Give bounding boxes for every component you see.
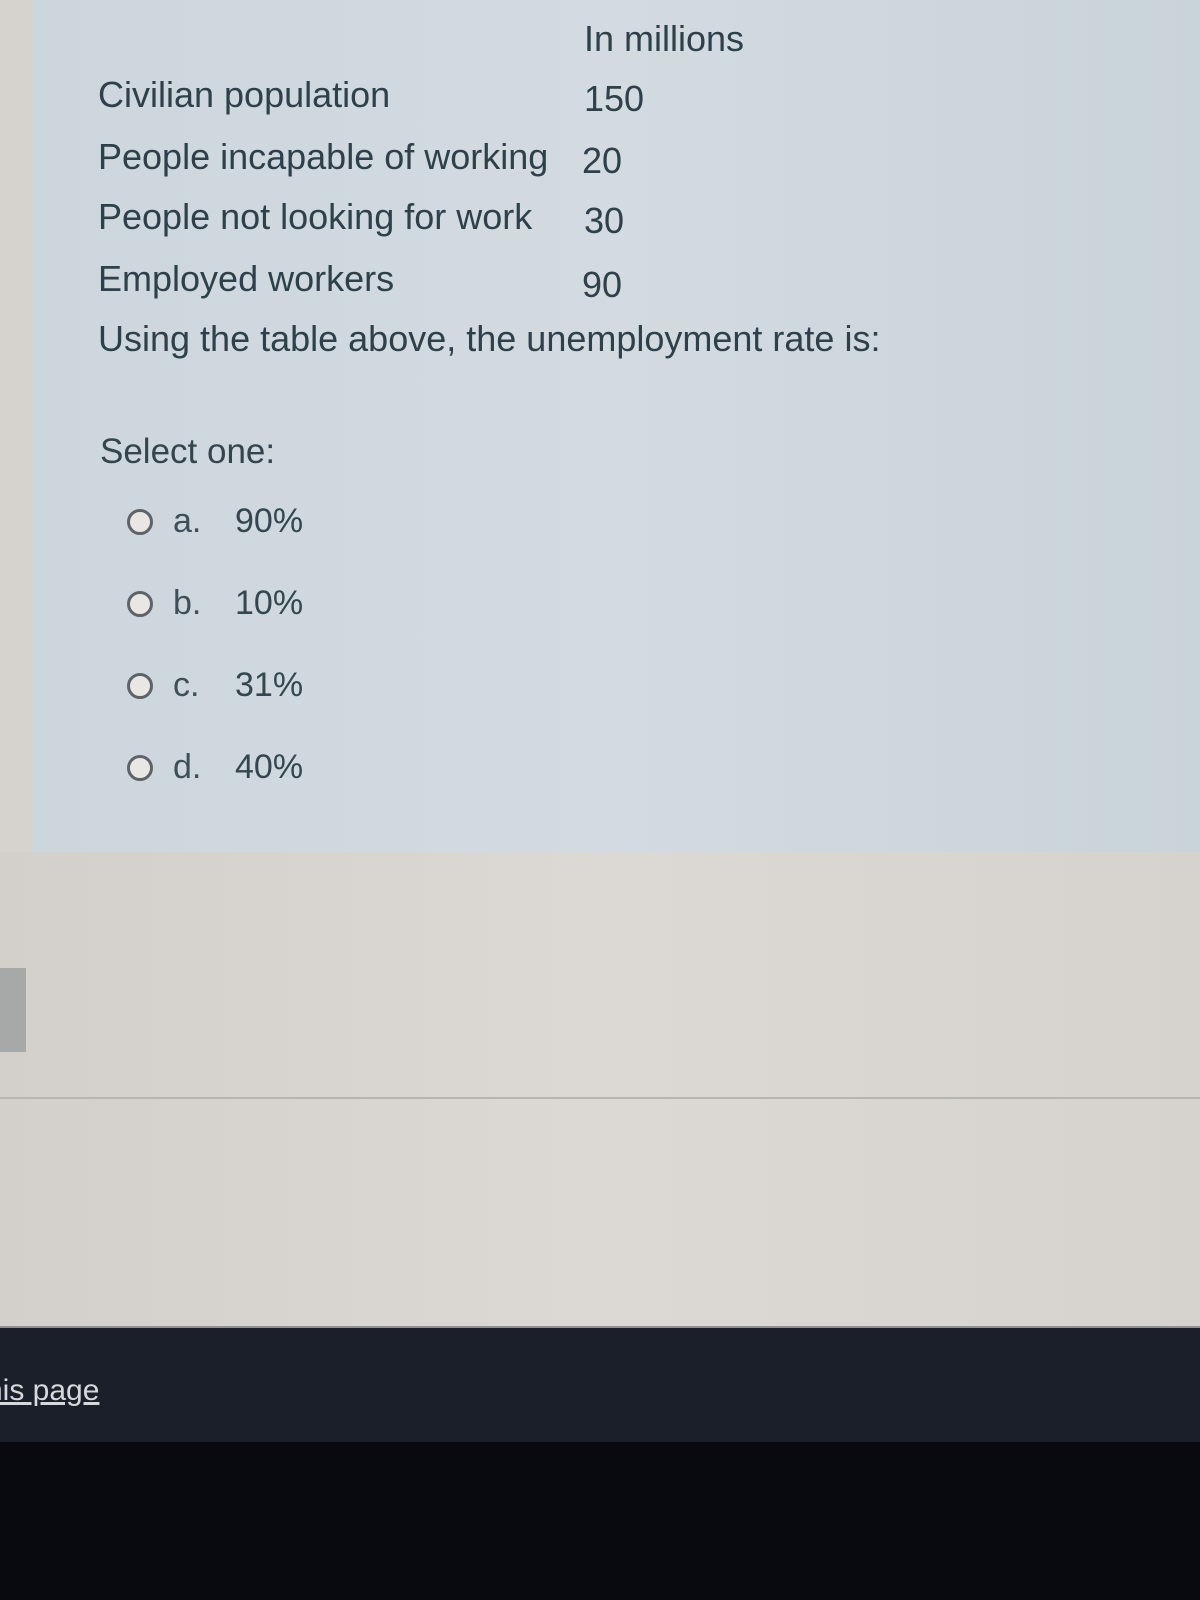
table-row-label: Employed workers bbox=[98, 258, 395, 299]
table-row-value: 30 bbox=[584, 200, 625, 241]
radio-button-icon[interactable] bbox=[127, 754, 153, 781]
option-value: 40% bbox=[235, 748, 304, 786]
radio-button-icon[interactable] bbox=[127, 672, 153, 699]
answer-option-b[interactable]: b. 10% bbox=[127, 584, 303, 623]
option-letter: b. bbox=[173, 584, 202, 622]
radio-button-icon[interactable] bbox=[127, 508, 153, 535]
table-row-label: People not looking for work bbox=[98, 196, 533, 237]
option-letter: c. bbox=[173, 666, 200, 704]
table-row-value: 90 bbox=[582, 264, 623, 305]
table-row-value: 150 bbox=[584, 78, 645, 119]
question-prompt: Using the table above, the unemployment … bbox=[98, 318, 881, 359]
option-value: 31% bbox=[235, 666, 304, 704]
page-footer: his page bbox=[0, 1326, 1200, 1444]
page-body bbox=[0, 852, 1200, 1326]
option-value: 10% bbox=[235, 584, 304, 622]
table-row-label: Civilian population bbox=[98, 74, 391, 115]
answer-option-a[interactable]: a. 90% bbox=[127, 502, 303, 541]
page-margin bbox=[0, 0, 32, 852]
question-card: In millions Civilian population 150 Peop… bbox=[32, 0, 1200, 852]
answer-option-c[interactable]: c. 31% bbox=[127, 666, 303, 705]
option-letter: a. bbox=[173, 502, 202, 540]
screen-bezel bbox=[0, 1442, 1200, 1600]
answer-option-d[interactable]: d. 40% bbox=[127, 748, 303, 787]
table-row-value: 20 bbox=[582, 140, 623, 181]
select-one-label: Select one: bbox=[100, 432, 276, 471]
radio-button-icon[interactable] bbox=[127, 590, 153, 617]
units-header: In millions bbox=[584, 18, 745, 59]
side-panel-tab[interactable] bbox=[0, 968, 26, 1052]
option-value: 90% bbox=[235, 502, 304, 540]
table-row-label: People incapable of working bbox=[98, 136, 549, 177]
section-divider bbox=[0, 1097, 1200, 1099]
option-letter: d. bbox=[173, 748, 202, 786]
footer-link[interactable]: his page bbox=[0, 1374, 99, 1408]
